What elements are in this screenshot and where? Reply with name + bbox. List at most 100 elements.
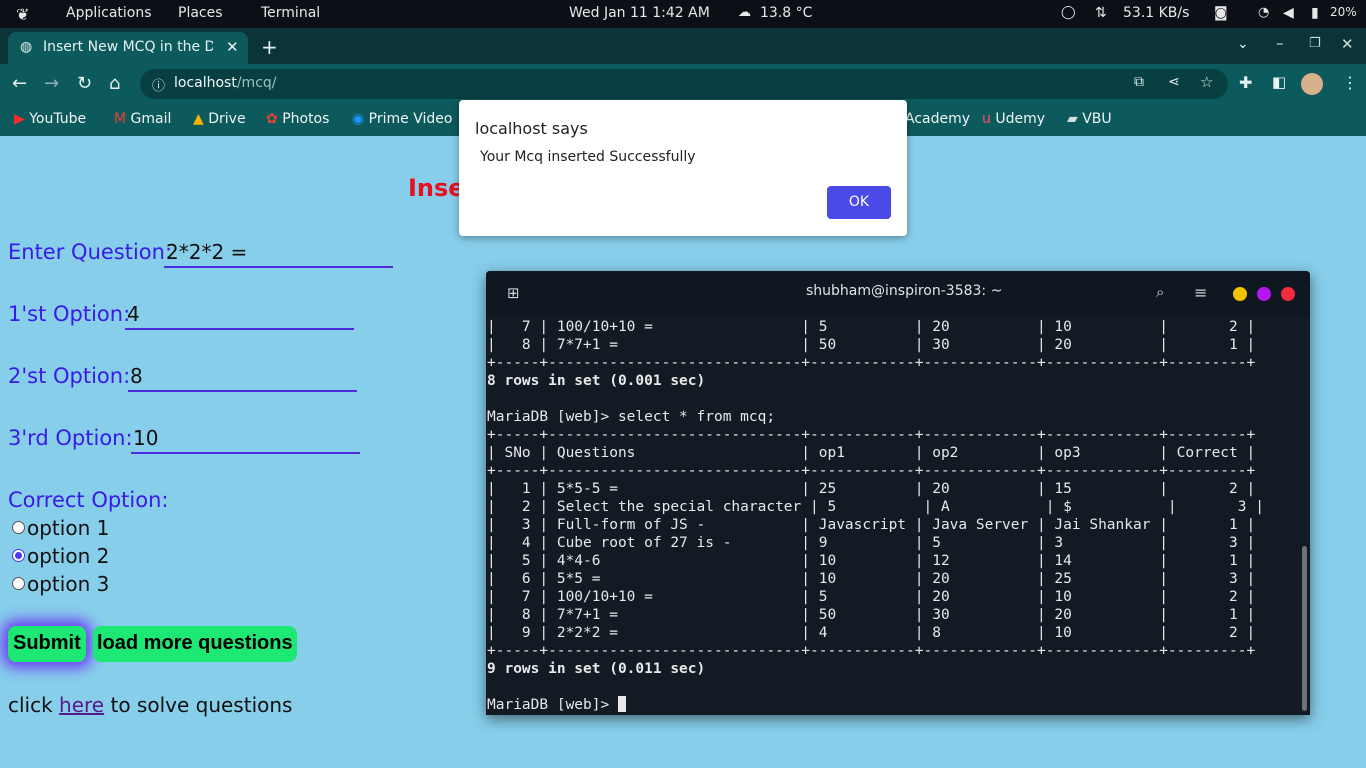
battery-icon[interactable]: ▮ [1311, 5, 1319, 21]
menu-kebab-icon[interactable]: ⋮ [1342, 73, 1358, 92]
browser-tab-strip: ◍ Insert New MCQ in the Da ✕ + ⌄ – ❐ ✕ [0, 28, 1366, 64]
page-title: Inse [408, 174, 465, 202]
bookmark-youtube[interactable]: ▶ YouTube [14, 111, 86, 127]
terminal-line: +-----+-----------------------------+---… [487, 643, 1256, 659]
option2-input[interactable] [128, 362, 357, 392]
tab-search-icon[interactable]: ⌄ [1237, 36, 1249, 52]
terminal-line: +-----+-----------------------------+---… [487, 427, 1256, 443]
load-more-questions-button[interactable]: load more questions [93, 626, 297, 662]
weather-icon: ☁ [738, 5, 751, 20]
terminal-line: 9 rows in set (0.011 sec) [487, 661, 706, 677]
terminal-line: 8 rows in set (0.001 sec) [487, 373, 706, 389]
udemy-icon: u [982, 111, 991, 127]
network-speed: 53.1 KB/s [1123, 5, 1190, 21]
new-tab-button[interactable]: + [261, 35, 278, 59]
bookmark-gmail[interactable]: M Gmail [114, 111, 171, 127]
bookmark-drive[interactable]: ▲ Drive [193, 111, 246, 127]
terminal-scrollbar[interactable] [1302, 546, 1307, 711]
submit-button[interactable]: Submit [8, 626, 86, 662]
radio-option-2[interactable]: option 2 [12, 544, 109, 568]
volume-muted-icon[interactable]: ◀ [1283, 5, 1294, 21]
youtube-icon: ▶ [14, 111, 25, 127]
globe-icon: ◍ [20, 39, 33, 55]
ok-button[interactable]: OK [827, 186, 891, 219]
question-input[interactable] [164, 238, 393, 268]
browser-toolbar: ← → ↻ ⌂ ⓘ localhost/mcq/ ⧉ ⋖ ☆ ✚ ◧ ⋮ [0, 64, 1366, 104]
transfer-arrows-icon: ⇅ [1095, 5, 1107, 21]
whatsapp-icon[interactable]: ◯ [1061, 5, 1076, 20]
system-top-bar: ❦ Applications Places Terminal Wed Jan 1… [0, 0, 1366, 28]
radio-button-selected[interactable] [12, 549, 25, 562]
radio-option-1[interactable]: option 1 [12, 516, 109, 540]
terminal-line: | 6 | 5*5 = | 10 | 20 | 25 | 3 | [487, 571, 1256, 587]
camera-icon[interactable]: ◙ [1214, 5, 1228, 21]
terminal-line: | 3 | Full-form of JS - | Javascript | J… [487, 517, 1256, 533]
bookmark-star-icon[interactable]: ☆ [1200, 73, 1213, 91]
forward-icon[interactable]: → [44, 73, 59, 94]
option2-label: 2'st Option: [8, 364, 131, 388]
address-bar[interactable]: ⓘ localhost/mcq/ ⧉ ⋖ ☆ [140, 69, 1228, 99]
minimize-icon[interactable]: – [1276, 34, 1284, 52]
terminal-line: | 2 | Select the special character | 5 |… [487, 499, 1264, 515]
correct-option-label: Correct Option: [8, 488, 169, 512]
extensions-icon[interactable]: ✚ [1239, 73, 1252, 92]
side-panel-icon[interactable]: ◧ [1272, 73, 1286, 91]
applications-menu[interactable]: Applications [66, 5, 152, 21]
tab-insert-mcq[interactable]: ◍ Insert New MCQ in the Da ✕ [8, 32, 248, 64]
terminal-line: | 9 | 2*2*2 = | 4 | 8 | 10 | 2 | [487, 625, 1256, 641]
profile-avatar[interactable] [1301, 73, 1323, 95]
hamburger-menu-icon[interactable]: ≡ [1194, 283, 1207, 302]
radio-button[interactable] [12, 577, 25, 590]
new-tab-icon[interactable]: ⊞ [507, 284, 520, 302]
radio-option-3[interactable]: option 3 [12, 572, 109, 596]
terminal-line: | 1 | 5*5-5 = | 25 | 20 | 15 | 2 | [487, 481, 1256, 497]
gnome-foot-icon[interactable]: ❦ [16, 5, 29, 24]
option1-input[interactable] [125, 300, 354, 330]
prime-video-icon: ◉ [352, 111, 365, 127]
minimize-button[interactable] [1233, 287, 1247, 301]
terminal-line: | 4 | Cube root of 27 is - | 9 | 5 | 3 |… [487, 535, 1256, 551]
solve-questions-text: click here to solve questions [8, 693, 293, 717]
option3-input[interactable] [131, 424, 360, 454]
dialog-message: Your Mcq inserted Successfully [480, 149, 696, 165]
bookmark-udemy[interactable]: u Udemy [982, 111, 1045, 127]
share-icon[interactable]: ⋖ [1168, 74, 1180, 90]
translate-icon[interactable]: ⧉ [1134, 74, 1144, 90]
bookmark-folder-vbu[interactable]: ▰ VBU [1067, 111, 1112, 127]
bookmark-academy[interactable]: Academy [905, 111, 970, 127]
terminal-line: | 8 | 7*7+1 = | 50 | 30 | 20 | 1 | [487, 607, 1256, 623]
maximize-icon[interactable]: ❐ [1309, 36, 1321, 51]
terminal-line: +-----+-----------------------------+---… [487, 355, 1256, 371]
terminal-window: ⊞ shubham@inspiron-3583: ~ ⌕ ≡ | 7 | 100… [486, 271, 1310, 715]
close-button[interactable] [1281, 287, 1295, 301]
option1-label: 1'st Option: [8, 302, 131, 326]
battery-percent: 20% [1330, 5, 1357, 19]
terminal-line: | 5 | 4*4-6 | 10 | 12 | 14 | 1 | [487, 553, 1256, 569]
alert-dialog: localhost says Your Mcq inserted Success… [459, 100, 907, 236]
terminal-output[interactable]: | 7 | 100/10+10 = | 5 | 20 | 10 | 2 | | 8… [487, 318, 1297, 715]
clock[interactable]: Wed Jan 11 1:42 AM [569, 5, 710, 21]
question-label: Enter Question: [8, 240, 173, 264]
back-icon[interactable]: ← [12, 73, 27, 94]
terminal-line: MariaDB [web]> select * from mcq; [487, 409, 776, 425]
option3-label: 3'rd Option: [8, 426, 133, 450]
close-window-icon[interactable]: ✕ [1341, 35, 1354, 53]
terminal-menu[interactable]: Terminal [261, 5, 320, 21]
home-icon[interactable]: ⌂ [109, 73, 120, 94]
url-text: localhost/mcq/ [174, 75, 277, 91]
radio-button[interactable] [12, 521, 25, 534]
bookmark-prime-video[interactable]: ◉ Prime Video [352, 111, 452, 127]
search-icon[interactable]: ⌕ [1156, 283, 1164, 301]
terminal-line: | 8 | 7*7+1 = | 50 | 30 | 20 | 1 | [487, 337, 1256, 353]
bookmark-photos[interactable]: ✿ Photos [266, 111, 329, 127]
here-link[interactable]: here [59, 693, 104, 717]
close-tab-icon[interactable]: ✕ [226, 38, 239, 56]
maximize-button[interactable] [1257, 287, 1271, 301]
info-icon[interactable]: ⓘ [152, 75, 165, 94]
places-menu[interactable]: Places [178, 5, 223, 21]
wifi-icon[interactable]: ◔ [1258, 5, 1269, 20]
reload-icon[interactable]: ↻ [77, 73, 92, 94]
terminal-line: MariaDB [web]> [487, 696, 1297, 714]
